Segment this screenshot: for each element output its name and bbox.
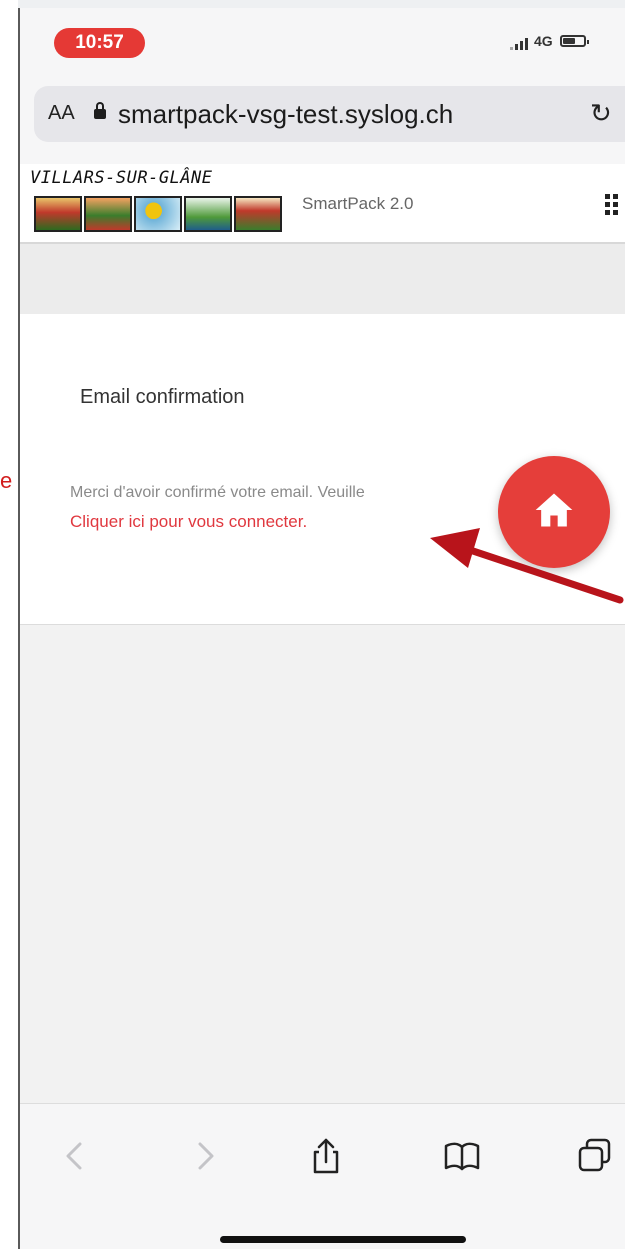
- back-icon[interactable]: [56, 1136, 96, 1176]
- browser-toolbar: [20, 1103, 625, 1249]
- tabs-icon[interactable]: [575, 1136, 615, 1176]
- left-gutter: [0, 0, 18, 1249]
- margin-glyph: e: [0, 468, 13, 493]
- phone-screen: 10:57 4G AA smartpack-vsg-test.syslog.ch…: [20, 8, 625, 1249]
- forward-icon[interactable]: [184, 1136, 224, 1176]
- share-icon[interactable]: [306, 1136, 346, 1176]
- annotation-arrow: [430, 528, 624, 604]
- top-border: [18, 0, 625, 8]
- bookmarks-icon[interactable]: [442, 1136, 482, 1176]
- home-indicator[interactable]: [220, 1236, 466, 1243]
